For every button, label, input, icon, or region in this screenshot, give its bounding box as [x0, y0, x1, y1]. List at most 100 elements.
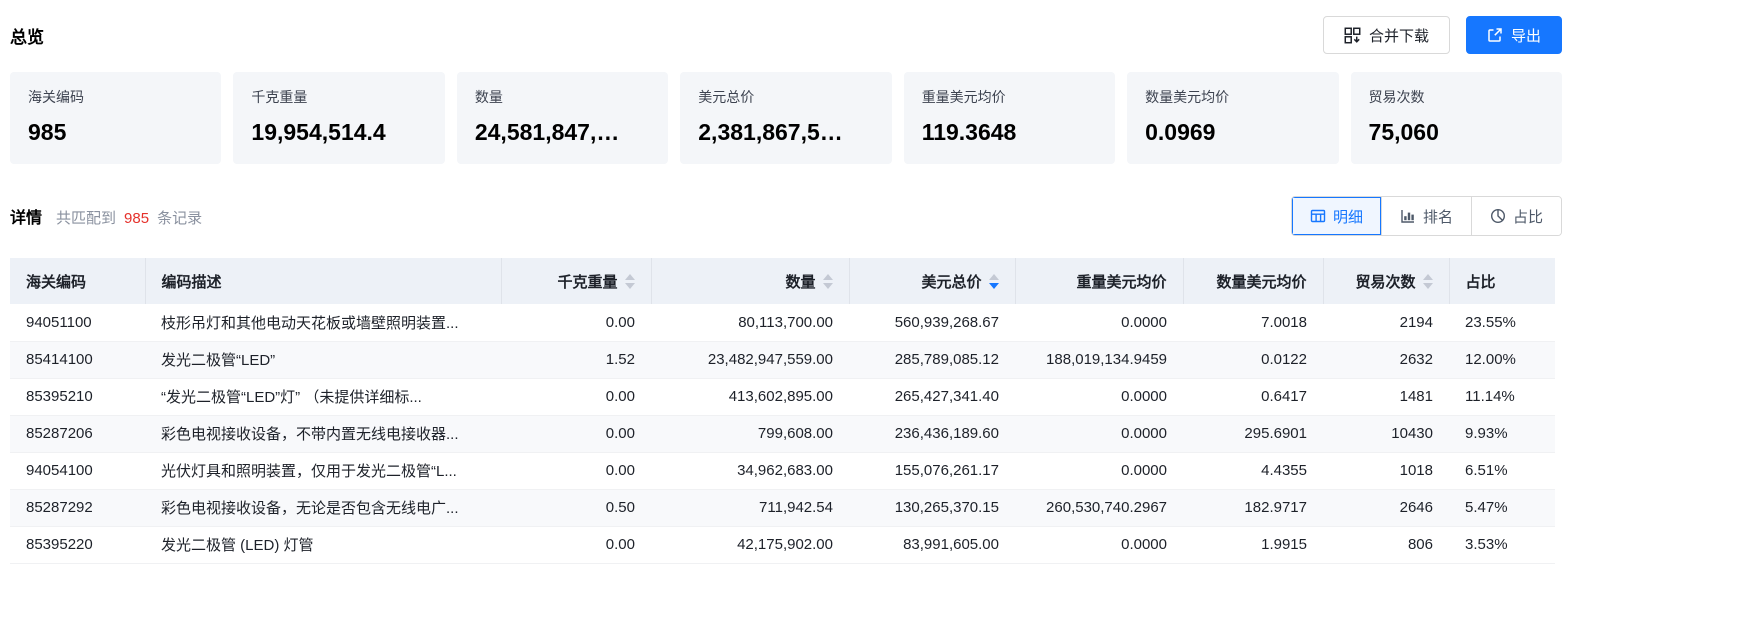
column-header-kg_weight[interactable]: 千克重量: [501, 258, 651, 304]
stat-card-trade-count: 贸易次数 75,060: [1351, 72, 1562, 164]
table-row: 94051100枝形吊灯和其他电动天花板或墙壁照明装置...0.0080,113…: [10, 304, 1555, 341]
cell-quantity: 34,962,683.00: [651, 452, 849, 489]
column-label: 贸易次数: [1355, 271, 1415, 292]
header-actions: 合并下载 导出: [1323, 16, 1562, 54]
tab-detail[interactable]: 明细: [1292, 197, 1381, 235]
column-label: 数量美元均价: [1216, 271, 1306, 292]
cell-trade_count: 2194: [1323, 304, 1449, 341]
cell-usd_total: 155,076,261.17: [849, 452, 1015, 489]
stat-label: 海关编码: [28, 87, 203, 107]
merge-download-button[interactable]: 合并下载: [1323, 16, 1450, 54]
stat-label: 数量美元均价: [1145, 87, 1320, 107]
table-row: 85395220发光二极管 (LED) 灯管0.0042,175,902.008…: [10, 526, 1555, 563]
page-header: 总览 合并下载: [10, 14, 1562, 56]
cell-qty_usd_avg: 295.6901: [1183, 415, 1323, 452]
sort-control-kg_weight[interactable]: [625, 274, 635, 289]
column-header-trade_count[interactable]: 贸易次数: [1323, 258, 1449, 304]
cell-quantity: 711,942.54: [651, 489, 849, 526]
stat-label: 贸易次数: [1369, 87, 1544, 107]
stat-label: 数量: [475, 87, 650, 107]
cell-usd_total: 560,939,268.67: [849, 304, 1015, 341]
stat-card-usd-total: 美元总价 2,381,867,5…: [680, 72, 891, 164]
cell-qty_usd_avg: 182.9717: [1183, 489, 1323, 526]
stat-value: 75,060: [1369, 119, 1544, 146]
cell-kg_weight: 1.52: [501, 341, 651, 378]
stat-value: 24,581,847,…: [475, 119, 650, 146]
cell-desc: “发光二极管“LED”灯” （未提供详细标...: [145, 378, 501, 415]
stats-row: 海关编码 985 千克重量 19,954,514.4 数量 24,581,847…: [10, 72, 1562, 164]
table-row: 85287292彩色电视接收设备，无论是否包含无线电广...0.50711,94…: [10, 489, 1555, 526]
details-table: 海关编码编码描述 千克重量 数量美元总价 重量美元均价 数量美元均价 贸易次数 占比 940…: [10, 258, 1555, 564]
cell-code: 85287292: [10, 489, 145, 526]
column-header-desc: 编码描述: [145, 258, 501, 304]
cell-share: 11.14%: [1449, 378, 1555, 415]
cell-code: 85287206: [10, 415, 145, 452]
tab-ranking[interactable]: 排名: [1381, 197, 1471, 235]
cell-kg_weight: 0.00: [501, 378, 651, 415]
cell-quantity: 799,608.00: [651, 415, 849, 452]
column-header-code: 海关编码: [10, 258, 145, 304]
sort-control-usd_total[interactable]: [989, 274, 999, 289]
export-button[interactable]: 导出: [1466, 16, 1562, 54]
column-label: 占比: [1466, 271, 1496, 292]
sort-desc-icon[interactable]: [1423, 283, 1433, 289]
column-header-share: 占比: [1449, 258, 1555, 304]
stat-value: 119.3648: [922, 119, 1097, 146]
cell-trade_count: 10430: [1323, 415, 1449, 452]
column-label: 重量美元均价: [1076, 271, 1166, 292]
sort-asc-icon[interactable]: [823, 274, 833, 280]
cell-share: 9.93%: [1449, 415, 1555, 452]
cell-weight_usd_avg: 0.0000: [1015, 452, 1183, 489]
sort-desc-icon[interactable]: [989, 283, 999, 289]
sort-asc-icon[interactable]: [989, 274, 999, 280]
tab-label: 排名: [1423, 206, 1453, 227]
cell-share: 12.00%: [1449, 341, 1555, 378]
cell-qty_usd_avg: 0.0122: [1183, 341, 1323, 378]
cell-desc: 彩色电视接收设备，无论是否包含无线电广...: [145, 489, 501, 526]
stat-value: 19,954,514.4: [251, 119, 426, 146]
sort-asc-icon[interactable]: [1423, 274, 1433, 280]
table-row: 85414100发光二极管“LED”1.5223,482,947,559.002…: [10, 341, 1555, 378]
sort-control-quantity[interactable]: [823, 274, 833, 289]
sort-desc-icon[interactable]: [625, 283, 635, 289]
cell-quantity: 42,175,902.00: [651, 526, 849, 563]
match-prefix: 共匹配到: [56, 207, 116, 228]
cell-kg_weight: 0.00: [501, 304, 651, 341]
tab-label: 占比: [1513, 206, 1543, 227]
cell-kg_weight: 0.00: [501, 415, 651, 452]
tab-proportion[interactable]: 占比: [1471, 197, 1561, 235]
table-grid-icon: [1310, 208, 1326, 224]
table-header-row: 海关编码编码描述 千克重量 数量美元总价 重量美元均价 数量美元均价 贸易次数 占比: [10, 258, 1555, 304]
cell-usd_total: 83,991,605.00: [849, 526, 1015, 563]
stat-label: 千克重量: [251, 87, 426, 107]
cell-qty_usd_avg: 4.4355: [1183, 452, 1323, 489]
ranking-icon: [1400, 208, 1416, 224]
page-title: 总览: [10, 23, 44, 48]
cell-code: 94051100: [10, 304, 145, 341]
sort-control-trade_count[interactable]: [1423, 274, 1433, 289]
pie-chart-icon: [1490, 208, 1506, 224]
cell-qty_usd_avg: 0.6417: [1183, 378, 1323, 415]
cell-usd_total: 265,427,341.40: [849, 378, 1015, 415]
sort-desc-icon[interactable]: [823, 283, 833, 289]
cell-trade_count: 2632: [1323, 341, 1449, 378]
cell-weight_usd_avg: 0.0000: [1015, 378, 1183, 415]
stat-card-qty-usd-avg: 数量美元均价 0.0969: [1127, 72, 1338, 164]
details-title: 详情: [10, 204, 42, 228]
cell-code: 85395220: [10, 526, 145, 563]
details-summary: 详情 共匹配到 985 条记录: [10, 204, 202, 228]
sort-asc-icon[interactable]: [625, 274, 635, 280]
cell-weight_usd_avg: 260,530,740.2967: [1015, 489, 1183, 526]
column-header-qty_usd_avg: 数量美元均价: [1183, 258, 1323, 304]
column-header-usd_total[interactable]: 美元总价: [849, 258, 1015, 304]
stat-value: 2,381,867,5…: [698, 119, 873, 146]
cell-kg_weight: 0.00: [501, 526, 651, 563]
column-label: 千克重量: [557, 271, 617, 292]
column-header-quantity[interactable]: 数量: [651, 258, 849, 304]
match-suffix: 条记录: [157, 207, 202, 228]
cell-desc: 发光二极管“LED”: [145, 341, 501, 378]
cell-weight_usd_avg: 0.0000: [1015, 304, 1183, 341]
tab-label: 明细: [1333, 206, 1363, 227]
cell-desc: 彩色电视接收设备，不带内置无线电接收器...: [145, 415, 501, 452]
stat-card-quantity: 数量 24,581,847,…: [457, 72, 668, 164]
